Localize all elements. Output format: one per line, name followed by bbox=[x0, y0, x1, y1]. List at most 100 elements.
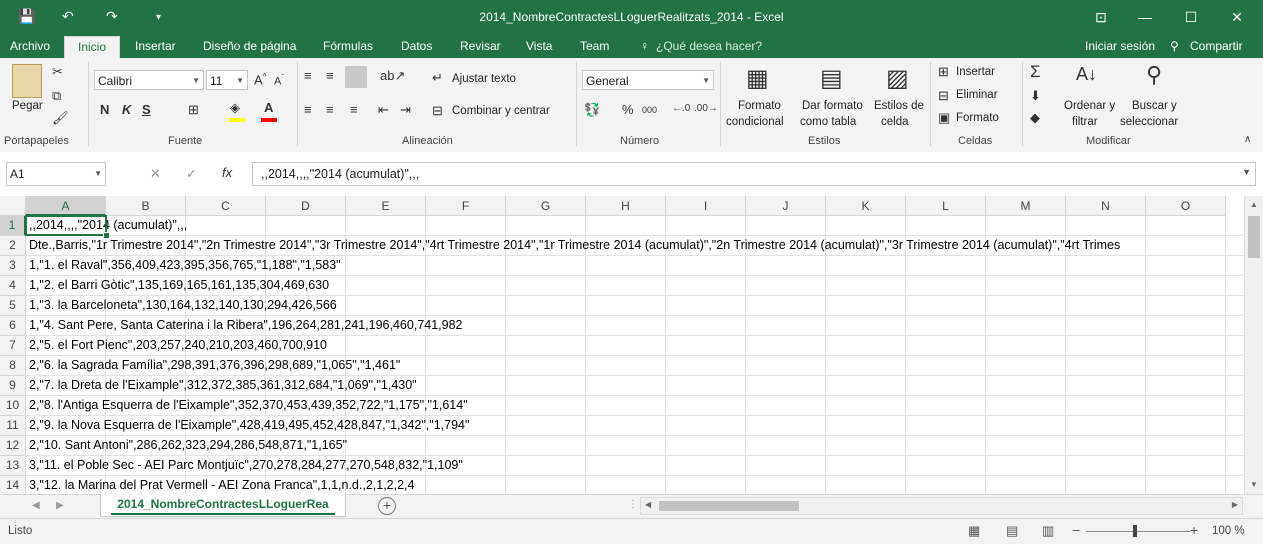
tab-inicio[interactable]: Inicio bbox=[64, 36, 120, 59]
table-row[interactable]: 3,"12. la Marina del Prat Vermell - AEI … bbox=[26, 476, 1244, 494]
tab-insertar[interactable]: Insertar bbox=[133, 36, 178, 58]
table-row[interactable]: 2,"7. la Dreta de l'Eixample",312,372,38… bbox=[26, 376, 1244, 396]
shrink-font-icon[interactable]: Aˇ bbox=[274, 73, 284, 88]
column-header[interactable]: H bbox=[586, 196, 666, 216]
table-row[interactable]: 1,"1. el Raval",356,409,423,395,356,765,… bbox=[26, 256, 1244, 276]
normal-view-icon[interactable]: ▦ bbox=[968, 523, 980, 539]
grow-font-icon[interactable]: A^ bbox=[254, 72, 266, 87]
name-box[interactable]: A1 ▼ bbox=[6, 162, 106, 186]
zoom-slider-thumb[interactable] bbox=[1133, 525, 1137, 537]
row-header[interactable]: 12 bbox=[0, 436, 26, 456]
horizontal-scrollbar[interactable]: ◀ ▶ bbox=[640, 497, 1243, 515]
row-header[interactable]: 3 bbox=[0, 256, 26, 276]
active-cell-A1[interactable] bbox=[25, 215, 107, 236]
confirm-entry-icon[interactable]: ✓ bbox=[186, 166, 197, 182]
page-break-view-icon[interactable]: ▥ bbox=[1042, 523, 1054, 539]
copy-icon[interactable]: ⧉ bbox=[52, 88, 61, 104]
scroll-right-icon[interactable]: ▶ bbox=[1232, 500, 1238, 509]
format-as-table-line2[interactable]: como tabla bbox=[800, 116, 856, 128]
conditional-format-line2[interactable]: condicional bbox=[726, 116, 784, 128]
tab-archivo[interactable]: Archivo bbox=[8, 36, 52, 58]
autosum-icon[interactable]: Σ bbox=[1030, 62, 1041, 82]
format-as-table-line1[interactable]: Dar formato bbox=[802, 100, 863, 112]
row-header[interactable]: 7 bbox=[0, 336, 26, 356]
row-header[interactable]: 8 bbox=[0, 356, 26, 376]
tab-diseno-pagina[interactable]: Diseño de página bbox=[201, 36, 298, 58]
fill-color-icon[interactable]: ◈ bbox=[230, 100, 240, 116]
cut-icon[interactable]: ✂ bbox=[52, 64, 63, 80]
zoom-level[interactable]: 100 % bbox=[1212, 525, 1245, 537]
row-header[interactable]: 13 bbox=[0, 456, 26, 476]
font-name-combo[interactable]: Calibri ▼ bbox=[94, 70, 204, 90]
sheet-tab-active[interactable]: 2014_NombreContractesLLoguerRea bbox=[100, 494, 346, 517]
insert-cells-button[interactable]: Insertar bbox=[956, 66, 995, 78]
merge-center-button[interactable]: Combinar y centrar bbox=[452, 105, 550, 117]
zoom-out-button[interactable]: − bbox=[1072, 522, 1080, 538]
table-row[interactable]: 1,"2. el Barri Gòtic",135,169,165,161,13… bbox=[26, 276, 1244, 296]
table-row[interactable]: 3,"11. el Poble Sec - AEI Parc Montjuïc"… bbox=[26, 456, 1244, 476]
row-header[interactable]: 2 bbox=[0, 236, 26, 256]
collapse-ribbon-icon[interactable]: ∧ bbox=[1244, 134, 1251, 145]
page-layout-view-icon[interactable]: ▤ bbox=[1006, 523, 1018, 539]
column-header[interactable]: N bbox=[1066, 196, 1146, 216]
tab-revisar[interactable]: Revisar bbox=[458, 36, 503, 58]
ribbon-display-icon[interactable]: ⊡ bbox=[1086, 6, 1116, 28]
fill-handle[interactable] bbox=[103, 232, 110, 239]
format-painter-icon[interactable]: 🖌 bbox=[52, 110, 69, 126]
align-top-icon[interactable]: ≡ bbox=[304, 68, 312, 83]
tab-team[interactable]: Team bbox=[578, 36, 611, 58]
zoom-slider-track[interactable] bbox=[1086, 531, 1190, 532]
paste-button[interactable]: Pegar bbox=[12, 100, 43, 112]
add-sheet-button[interactable]: + bbox=[378, 497, 396, 515]
scroll-down-icon[interactable]: ▼ bbox=[1250, 480, 1258, 489]
column-header[interactable]: I bbox=[666, 196, 746, 216]
clear-icon[interactable]: ◆ bbox=[1030, 110, 1040, 126]
cell-styles-line1[interactable]: Estilos de bbox=[874, 100, 924, 112]
prev-sheet-icon[interactable]: ◀ bbox=[32, 500, 40, 511]
format-cells-button[interactable]: Formato bbox=[956, 112, 999, 124]
table-row[interactable]: 2,"9. la Nova Esquerra de l'Eixample",42… bbox=[26, 416, 1244, 436]
align-bottom-button[interactable] bbox=[345, 66, 367, 88]
row-header[interactable]: 6 bbox=[0, 316, 26, 336]
row-header[interactable]: 4 bbox=[0, 276, 26, 296]
row-header[interactable]: 5 bbox=[0, 296, 26, 316]
sort-filter-line2[interactable]: filtrar bbox=[1072, 116, 1098, 128]
increase-decimal-icon[interactable]: ←.0 bbox=[672, 103, 690, 114]
column-header[interactable]: L bbox=[906, 196, 986, 216]
cancel-entry-icon[interactable]: ✕ bbox=[150, 166, 161, 182]
table-row[interactable]: ,,2014,,,,"2014 (acumulat)",,, bbox=[26, 216, 1244, 236]
conditional-format-line1[interactable]: Formato bbox=[738, 100, 781, 112]
table-row[interactable]: 1,"4. Sant Pere, Santa Caterina i la Rib… bbox=[26, 316, 1244, 336]
next-sheet-icon[interactable]: ▶ bbox=[56, 500, 64, 511]
align-right-icon[interactable]: ≡ bbox=[350, 102, 358, 117]
font-size-combo[interactable]: 11 ▼ bbox=[206, 70, 248, 90]
column-header[interactable]: B bbox=[106, 196, 186, 216]
align-left-icon[interactable]: ≡ bbox=[304, 102, 312, 117]
align-center-icon[interactable]: ≡ bbox=[326, 102, 334, 117]
scroll-thumb[interactable] bbox=[1248, 216, 1260, 258]
decrease-indent-icon[interactable]: ⇤ bbox=[378, 102, 389, 118]
column-header[interactable]: E bbox=[346, 196, 426, 216]
column-header[interactable]: G bbox=[506, 196, 586, 216]
column-header[interactable]: F bbox=[426, 196, 506, 216]
share-button[interactable]: Compartir bbox=[1188, 36, 1245, 58]
hscroll-thumb[interactable] bbox=[659, 501, 799, 511]
zoom-in-button[interactable]: + bbox=[1190, 522, 1198, 538]
font-color-icon[interactable]: A bbox=[264, 100, 273, 115]
increase-indent-icon[interactable]: ⇥ bbox=[400, 102, 411, 118]
table-row[interactable]: Dte.,Barris,"1r Trimestre 2014","2n Trim… bbox=[26, 236, 1244, 256]
row-header[interactable]: 9 bbox=[0, 376, 26, 396]
delete-cells-button[interactable]: Eliminar bbox=[956, 89, 998, 101]
column-header[interactable]: J bbox=[746, 196, 826, 216]
row-header[interactable]: 1 bbox=[0, 216, 26, 236]
column-header[interactable]: C bbox=[186, 196, 266, 216]
row-header[interactable]: 10 bbox=[0, 396, 26, 416]
maximize-button[interactable]: ☐ bbox=[1176, 6, 1206, 28]
find-select-line1[interactable]: Buscar y bbox=[1132, 100, 1177, 112]
fill-icon[interactable]: ⬇ bbox=[1030, 88, 1041, 104]
minimize-button[interactable]: — bbox=[1130, 6, 1160, 28]
row-header[interactable]: 11 bbox=[0, 416, 26, 436]
insert-function-button[interactable]: fx bbox=[222, 165, 232, 180]
wrap-text-button[interactable]: Ajustar texto bbox=[452, 73, 516, 85]
scroll-left-icon[interactable]: ◀ bbox=[645, 500, 651, 509]
